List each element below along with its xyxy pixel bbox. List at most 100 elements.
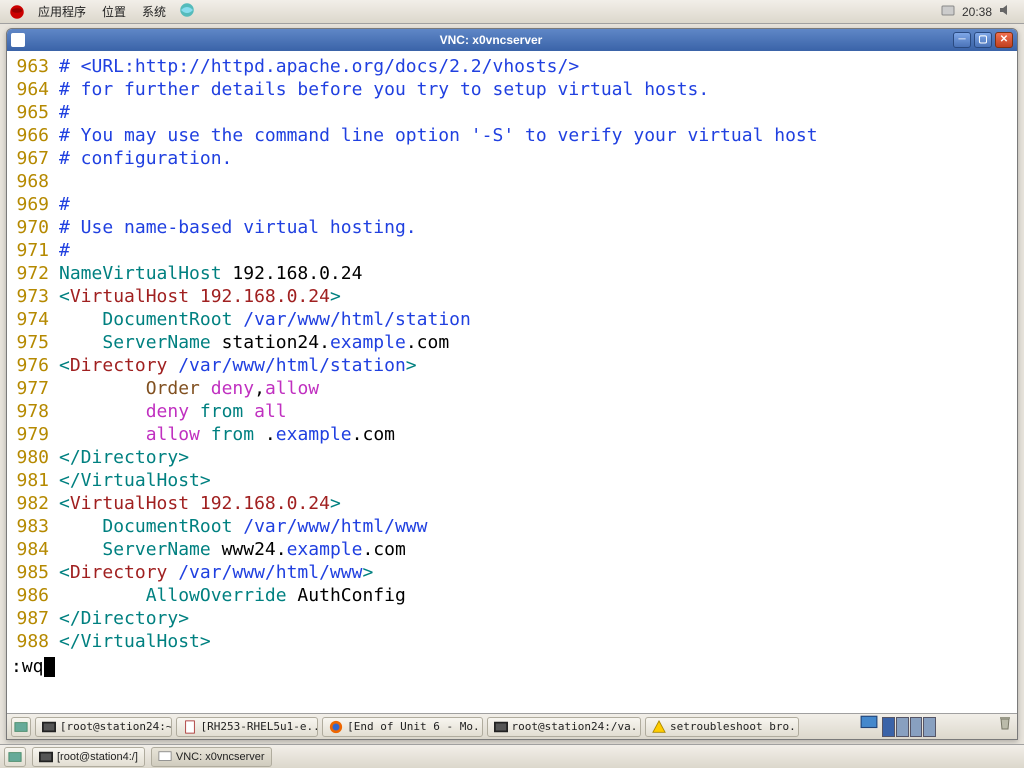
show-desktop-button[interactable] xyxy=(11,717,31,737)
line-content: # You may use the command line option '-… xyxy=(59,124,1017,147)
workspace-2[interactable] xyxy=(896,717,909,737)
task-terminal-2[interactable]: root@station24:/va... xyxy=(487,717,641,737)
task-label: [root@station4:/] xyxy=(57,751,138,763)
line-content: </Directory> xyxy=(59,607,1017,630)
line-number: 965 xyxy=(11,101,59,124)
line-number: 982 xyxy=(11,492,59,515)
line-number: 970 xyxy=(11,216,59,239)
code-line: 973<VirtualHost 192.168.0.24> xyxy=(11,285,1017,308)
window-titlebar[interactable]: VNC: x0vncserver ─ ▢ ✕ xyxy=(7,29,1017,51)
line-content: # for further details before you try to … xyxy=(59,78,1017,101)
line-number: 988 xyxy=(11,630,59,653)
line-content: </Directory> xyxy=(59,446,1017,469)
vim-editor[interactable]: 963# <URL:http://httpd.apache.org/docs/2… xyxy=(7,51,1017,739)
code-line: 975 ServerName station24.example.com xyxy=(11,331,1017,354)
remote-tray-icon[interactable] xyxy=(807,691,878,740)
vim-command-text: :wq xyxy=(11,655,44,678)
line-content: # configuration. xyxy=(59,147,1017,170)
code-line: 979 allow from .example.com xyxy=(11,423,1017,446)
line-number: 985 xyxy=(11,561,59,584)
line-content: <VirtualHost 192.168.0.24> xyxy=(59,492,1017,515)
line-content: <VirtualHost 192.168.0.24> xyxy=(59,285,1017,308)
line-number: 977 xyxy=(11,377,59,400)
task-firefox[interactable]: [End of Unit 6 - Mo... xyxy=(322,717,482,737)
workspace-3[interactable] xyxy=(910,717,923,737)
line-number: 980 xyxy=(11,446,59,469)
code-line: 976<Directory /var/www/html/station> xyxy=(11,354,1017,377)
line-number: 976 xyxy=(11,354,59,377)
line-content: Order deny,allow xyxy=(59,377,1017,400)
close-button[interactable]: ✕ xyxy=(995,32,1013,48)
code-line: 977 Order deny,allow xyxy=(11,377,1017,400)
line-number: 974 xyxy=(11,308,59,331)
host-show-desktop-button[interactable] xyxy=(4,747,26,767)
clock[interactable]: 20:38 xyxy=(962,5,992,19)
code-line: 972NameVirtualHost 192.168.0.24 xyxy=(11,262,1017,285)
workspace-1[interactable] xyxy=(882,717,895,737)
task-label: VNC: x0vncserver xyxy=(176,751,265,763)
line-number: 967 xyxy=(11,147,59,170)
line-number: 969 xyxy=(11,193,59,216)
workspace-4[interactable] xyxy=(923,717,936,737)
host-bottom-panel: [root@station4:/] VNC: x0vncserver xyxy=(0,744,1024,768)
window-app-icon xyxy=(11,33,25,47)
line-number: 973 xyxy=(11,285,59,308)
menu-applications[interactable]: 应用程序 xyxy=(30,3,94,20)
vim-command-line[interactable]: :wq xyxy=(11,655,55,678)
workspace-switcher[interactable] xyxy=(882,717,936,737)
line-content: <Directory /var/www/html/station> xyxy=(59,354,1017,377)
task-label: setroubleshoot bro... xyxy=(670,717,799,737)
line-content: DocumentRoot /var/www/html/www xyxy=(59,515,1017,538)
line-number: 979 xyxy=(11,423,59,446)
line-content: allow from .example.com xyxy=(59,423,1017,446)
line-number: 986 xyxy=(11,584,59,607)
system-tray: 20:38 xyxy=(940,2,1020,21)
update-icon[interactable] xyxy=(940,2,956,21)
host-task-terminal[interactable]: [root@station4:/] xyxy=(32,747,145,767)
task-terminal[interactable]: [root@station24:~] xyxy=(35,717,172,737)
task-label: root@station24:/va... xyxy=(512,717,641,737)
code-line: 984 ServerName www24.example.com xyxy=(11,538,1017,561)
line-content: </VirtualHost> xyxy=(59,630,1017,653)
host-task-vnc[interactable]: VNC: x0vncserver xyxy=(151,747,272,767)
volume-icon[interactable] xyxy=(998,2,1014,21)
minimize-button[interactable]: ─ xyxy=(953,32,971,48)
distro-logo-icon xyxy=(8,3,26,21)
line-content: # Use name-based virtual hosting. xyxy=(59,216,1017,239)
code-line: 974 DocumentRoot /var/www/html/station xyxy=(11,308,1017,331)
menu-system[interactable]: 系统 xyxy=(134,3,174,20)
code-line: 963# <URL:http://httpd.apache.org/docs/2… xyxy=(11,55,1017,78)
code-line: 966# You may use the command line option… xyxy=(11,124,1017,147)
code-line: 987</Directory> xyxy=(11,607,1017,630)
line-number: 981 xyxy=(11,469,59,492)
line-number: 964 xyxy=(11,78,59,101)
launcher-icon[interactable] xyxy=(178,1,196,22)
menu-places[interactable]: 位置 xyxy=(94,3,134,20)
remote-taskbar: [root@station24:~] [RH253-RHEL5u1-e... [… xyxy=(7,713,1017,739)
maximize-button[interactable]: ▢ xyxy=(974,32,992,48)
line-content: DocumentRoot /var/www/html/station xyxy=(59,308,1017,331)
task-pdf[interactable]: [RH253-RHEL5u1-e... xyxy=(176,717,319,737)
code-line: 965# xyxy=(11,101,1017,124)
code-line: 981</VirtualHost> xyxy=(11,469,1017,492)
line-content: # <URL:http://httpd.apache.org/docs/2.2/… xyxy=(59,55,1017,78)
code-line: 988</VirtualHost> xyxy=(11,630,1017,653)
line-content: NameVirtualHost 192.168.0.24 xyxy=(59,262,1017,285)
trash-icon[interactable] xyxy=(944,692,1013,740)
window-title: VNC: x0vncserver xyxy=(29,33,953,47)
code-line: 964# for further details before you try … xyxy=(11,78,1017,101)
task-label: [root@station24:~] xyxy=(60,717,172,737)
task-setroubleshoot[interactable]: setroubleshoot bro... xyxy=(645,717,799,737)
line-content: ServerName station24.example.com xyxy=(59,331,1017,354)
code-line: 983 DocumentRoot /var/www/html/www xyxy=(11,515,1017,538)
task-label: [RH253-RHEL5u1-e... xyxy=(201,717,319,737)
code-line: 982<VirtualHost 192.168.0.24> xyxy=(11,492,1017,515)
vnc-window: VNC: x0vncserver ─ ▢ ✕ 963# <URL:http://… xyxy=(6,28,1018,740)
line-content: # xyxy=(59,193,1017,216)
line-content xyxy=(59,170,1017,193)
code-line: 986 AllowOverride AuthConfig xyxy=(11,584,1017,607)
cursor-icon xyxy=(44,657,55,677)
code-line: 978 deny from all xyxy=(11,400,1017,423)
code-line: 985<Directory /var/www/html/www> xyxy=(11,561,1017,584)
code-line: 980</Directory> xyxy=(11,446,1017,469)
